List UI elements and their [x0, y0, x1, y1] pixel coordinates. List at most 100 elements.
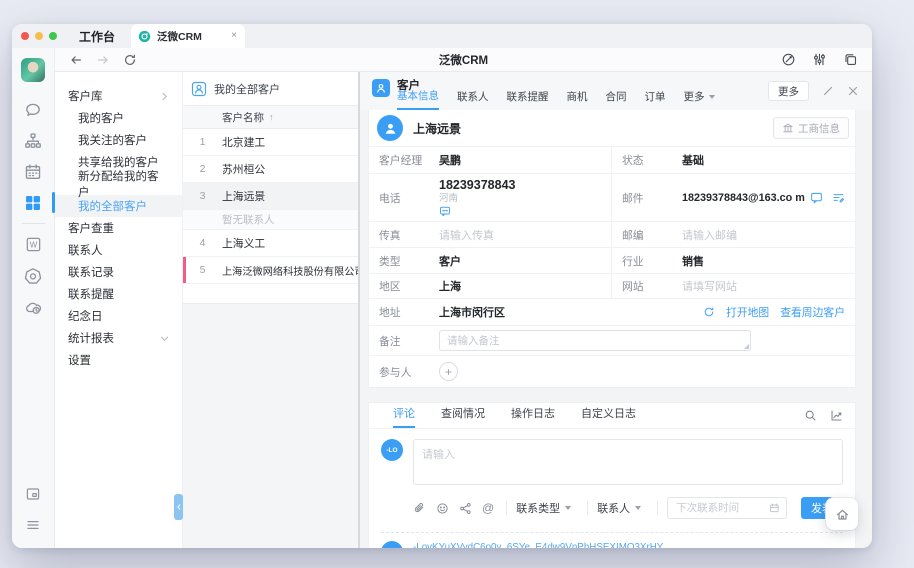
field-label: 类型: [369, 253, 439, 269]
sidebar-item-customer-dedup[interactable]: 客户查重: [55, 217, 182, 239]
tab-crm-label: 泛微CRM: [157, 29, 202, 44]
maximize-window-button[interactable]: [49, 32, 57, 40]
add-participant-button[interactable]: +: [439, 362, 458, 381]
user-avatar[interactable]: [21, 58, 45, 82]
tab-contact-reminder[interactable]: 联系提醒: [507, 88, 549, 110]
mail-log-icon[interactable]: [832, 191, 845, 204]
collapse-panel-handle[interactable]: [174, 494, 183, 520]
tab-more[interactable]: 更多: [684, 88, 715, 110]
business-info-button[interactable]: 工商信息: [773, 117, 849, 139]
sidebar-item-label: 统计报表: [68, 330, 114, 346]
share-icon[interactable]: [459, 502, 472, 515]
customer-name: 上海义工: [222, 235, 265, 251]
row-number: 2: [183, 163, 222, 175]
page-title: 泛微CRM: [55, 52, 872, 68]
rail-word-icon[interactable]: W: [12, 229, 55, 260]
tab-view-status[interactable]: 查阅情况: [441, 405, 485, 428]
app-rail: W: [12, 48, 55, 548]
sidebar-item-newly-assigned-customers[interactable]: 新分配给我的客户: [55, 173, 182, 195]
sort-ascending-icon[interactable]: ↑: [269, 112, 274, 122]
tab-operation-log[interactable]: 操作日志: [511, 405, 555, 428]
rail-cloud-icon[interactable]: [12, 291, 55, 322]
tab-opportunity[interactable]: 商机: [567, 88, 588, 110]
tab-contract[interactable]: 合同: [606, 88, 627, 110]
tab-label: 联系提醒: [507, 89, 549, 104]
column-header-name[interactable]: 客户名称 ↑: [183, 106, 358, 129]
tab-label: 基本信息: [397, 88, 439, 103]
sidebar-item-settings[interactable]: 设置: [55, 349, 182, 371]
tab-crm[interactable]: 泛微CRM ×: [131, 24, 245, 48]
date-input[interactable]: [676, 502, 769, 514]
mention-icon[interactable]: @: [482, 502, 494, 514]
comment-input[interactable]: [413, 439, 843, 485]
sidebar-item-contact-records[interactable]: 联系记录: [55, 261, 182, 283]
sidebar-item-label: 联系记录: [68, 264, 114, 280]
sidebar-item-followed-customers[interactable]: 我关注的客户: [55, 129, 182, 151]
industry-value: 销售: [682, 253, 704, 269]
open-map-link[interactable]: 打开地图: [726, 304, 769, 320]
row-number: 4: [183, 237, 222, 249]
tab-close-icon[interactable]: ×: [231, 31, 237, 41]
comment-item[interactable]: -LO -LovKYuXVydC6o0v_6SYe_E4dw9VnPhHSEXI…: [369, 533, 855, 548]
customer-row-2[interactable]: 2苏州桓公: [183, 156, 358, 183]
home-fab-button[interactable]: [826, 498, 858, 530]
sidebar-item-customer-library[interactable]: 客户库: [55, 85, 182, 107]
contact-person-dropdown[interactable]: 联系人: [597, 500, 641, 516]
attachment-icon[interactable]: [413, 502, 426, 515]
close-window-button[interactable]: [21, 32, 29, 40]
more-actions-button[interactable]: 更多: [768, 81, 809, 101]
tab-comments[interactable]: 评论: [393, 405, 415, 428]
address-value: 上海市闵行区: [439, 304, 505, 320]
sidebar-item-anniversary[interactable]: 纪念日: [55, 305, 182, 327]
field-label: 电话: [369, 190, 439, 206]
minimize-window-button[interactable]: [35, 32, 43, 40]
fax-input[interactable]: 请输入传真: [439, 227, 494, 243]
tab-basic-info[interactable]: 基本信息: [397, 88, 439, 110]
expand-icon[interactable]: [822, 85, 834, 97]
sidebar-item-label: 联系人: [68, 242, 103, 258]
tab-contacts[interactable]: 联系人: [457, 88, 489, 110]
rail-capture-icon[interactable]: [12, 478, 55, 509]
close-panel-icon[interactable]: [847, 85, 859, 97]
message-icon[interactable]: [810, 191, 823, 204]
customer-row-5[interactable]: 5上海泛微网络科技股份有限公司（示例）: [183, 257, 358, 284]
tune-icon[interactable]: [812, 52, 827, 67]
activity-card: 评论 查阅情况 操作日志 自定义日志 -LO: [368, 402, 856, 548]
next-contact-time-input[interactable]: [667, 497, 787, 519]
sidebar-item-contacts[interactable]: 联系人: [55, 239, 182, 261]
customer-row-3-selected[interactable]: 3上海远景: [183, 183, 358, 210]
nearby-customers-link[interactable]: 查看周边客户: [780, 304, 845, 320]
tab-order[interactable]: 订单: [645, 88, 666, 110]
rail-menu-icon[interactable]: [12, 509, 55, 540]
zip-input[interactable]: 请输入邮编: [682, 227, 737, 243]
tab-workbench[interactable]: 工作台: [79, 28, 115, 45]
locate-refresh-icon[interactable]: [703, 306, 715, 318]
search-icon[interactable]: [804, 409, 817, 422]
business-info-label: 工商信息: [798, 121, 840, 136]
rail-apps-icon[interactable]: [12, 187, 55, 218]
website-input[interactable]: 请填写网站: [682, 278, 737, 294]
rail-org-icon[interactable]: [12, 125, 55, 156]
compass-icon[interactable]: [781, 52, 796, 67]
customer-row-4[interactable]: 4上海义工: [183, 230, 358, 257]
sms-icon[interactable]: [439, 205, 451, 217]
sidebar-item-contact-reminders[interactable]: 联系提醒: [55, 283, 182, 305]
sidebar-item-reports[interactable]: 统计报表: [55, 327, 182, 349]
bank-icon: [782, 122, 794, 134]
trend-icon[interactable]: [830, 409, 843, 422]
rail-calendar-icon[interactable]: [12, 156, 55, 187]
rail-divider: [22, 223, 45, 224]
app-logo-icon: [138, 30, 151, 43]
rail-chat-icon[interactable]: [12, 94, 55, 125]
windows-icon[interactable]: [843, 52, 858, 67]
comment-author[interactable]: -LovKYuXVydC6o0v_6SYe_E4dw9VnPhHSEXIMQ3X…: [413, 542, 663, 548]
toolbar-divider: [587, 501, 588, 515]
remark-input[interactable]: 请输入备注: [439, 330, 751, 351]
composer-toolbar: @ 联系类型 联系人 发表: [413, 497, 843, 519]
sidebar-item-my-customers[interactable]: 我的客户: [55, 107, 182, 129]
emoji-icon[interactable]: [436, 502, 449, 515]
tab-custom-log[interactable]: 自定义日志: [581, 405, 636, 428]
rail-shape-icon[interactable]: [12, 260, 55, 291]
customer-row-1[interactable]: 1北京建工: [183, 129, 358, 156]
contact-type-dropdown[interactable]: 联系类型: [516, 500, 571, 516]
